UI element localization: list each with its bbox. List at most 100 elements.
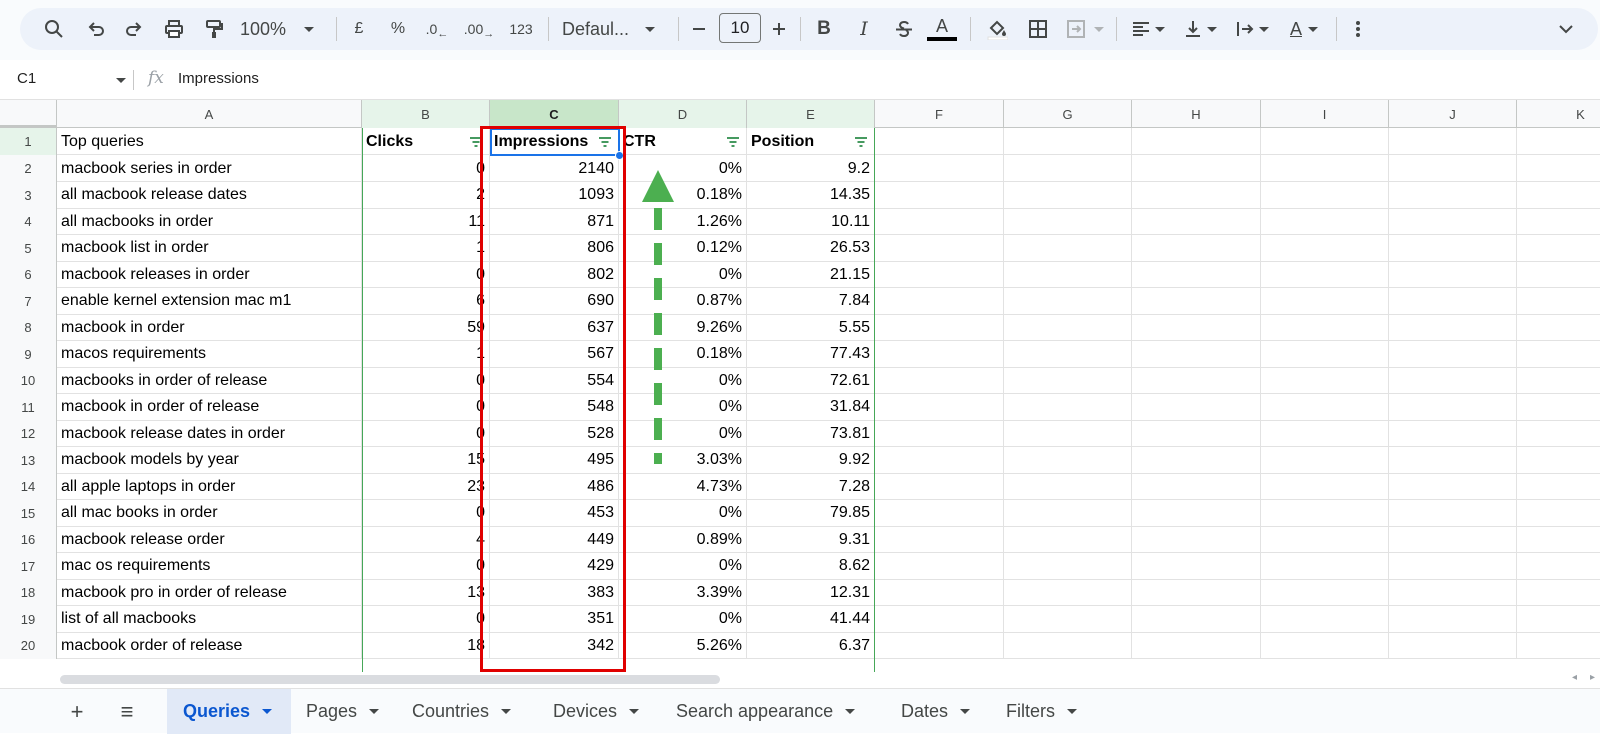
tab-countries[interactable]: Countries	[396, 689, 527, 734]
cell-ctr[interactable]: 0%	[619, 367, 747, 394]
number-format-button[interactable]: 123	[504, 8, 538, 50]
cell-position[interactable]: 12.31	[747, 579, 875, 606]
cell-ctr[interactable]: 0.12%	[619, 234, 747, 262]
cell-query-header[interactable]: Top queries	[57, 128, 362, 155]
cell-ctr[interactable]: 3.03%	[619, 446, 747, 474]
font-select[interactable]: Defaul...	[562, 8, 666, 50]
empty-cell[interactable]	[1261, 420, 1389, 447]
scrollbar-thumb[interactable]	[60, 675, 720, 684]
row-header[interactable]: 6	[0, 261, 57, 288]
bold-button[interactable]: B	[810, 8, 838, 50]
empty-cell[interactable]	[1132, 473, 1261, 500]
empty-cell[interactable]	[1389, 314, 1517, 341]
cell-position[interactable]: 7.28	[747, 473, 875, 500]
empty-cell[interactable]	[1261, 128, 1389, 155]
empty-cell[interactable]	[1261, 234, 1389, 262]
tab-pages[interactable]: Pages	[290, 689, 395, 734]
empty-cell[interactable]	[875, 632, 1004, 659]
redo-icon[interactable]	[120, 8, 148, 50]
zoom-select[interactable]: 100%	[240, 8, 324, 50]
cell-ctr[interactable]: 0%	[619, 605, 747, 633]
column-header-b[interactable]: B	[362, 100, 490, 128]
empty-cell[interactable]	[875, 526, 1004, 553]
filter-icon[interactable]	[726, 137, 740, 147]
empty-cell[interactable]	[875, 367, 1004, 394]
cell-position[interactable]: 6.37	[747, 632, 875, 659]
increase-decimal-button[interactable]: .00 →	[462, 8, 496, 50]
cell-ctr[interactable]: 0.18%	[619, 181, 747, 209]
cell-clicks[interactable]: 11	[362, 208, 490, 235]
empty-cell[interactable]	[1132, 208, 1261, 235]
empty-cell[interactable]	[1389, 340, 1517, 368]
search-icon[interactable]	[40, 8, 68, 50]
cell-query[interactable]: macos requirements	[57, 340, 362, 368]
empty-cell[interactable]	[1389, 393, 1517, 421]
font-size-decrease-button[interactable]	[688, 8, 710, 50]
cell-clicks[interactable]: 0	[362, 367, 490, 394]
empty-cell[interactable]	[1261, 261, 1389, 288]
cell-position[interactable]: 21.15	[747, 261, 875, 288]
empty-cell[interactable]	[1132, 393, 1261, 421]
empty-cell[interactable]	[1004, 208, 1132, 235]
cell-query[interactable]: macbook pro in order of release	[57, 579, 362, 606]
empty-cell[interactable]	[1261, 473, 1389, 500]
row-header[interactable]: 7	[0, 287, 57, 315]
cell-position[interactable]: 9.2	[747, 155, 875, 182]
empty-cell[interactable]	[875, 181, 1004, 209]
empty-cell[interactable]	[875, 314, 1004, 341]
column-header-a[interactable]: A	[57, 100, 362, 128]
cell-ctr[interactable]: 0%	[619, 393, 747, 421]
empty-cell[interactable]	[1389, 261, 1517, 288]
empty-cell[interactable]	[1132, 234, 1261, 262]
tab-queries[interactable]: Queries	[167, 689, 291, 734]
empty-cell[interactable]	[1389, 234, 1517, 262]
empty-cell[interactable]	[1261, 287, 1389, 315]
text-color-button[interactable]: A	[926, 8, 958, 50]
cell-clicks[interactable]: 2	[362, 181, 490, 209]
cell-ctr-header[interactable]: CTR	[619, 128, 747, 155]
cell-position[interactable]: 72.61	[747, 367, 875, 394]
empty-cell[interactable]	[1132, 155, 1261, 182]
column-header-e[interactable]: E	[747, 100, 875, 128]
merge-icon[interactable]	[1062, 8, 1108, 50]
empty-cell[interactable]	[875, 261, 1004, 288]
cell-position[interactable]: 7.84	[747, 287, 875, 315]
row-header[interactable]: 2	[0, 155, 57, 182]
cell-position[interactable]: 9.92	[747, 446, 875, 474]
align-icon[interactable]	[1126, 8, 1170, 50]
all-sheets-button[interactable]: ≡	[112, 689, 142, 734]
cell-clicks[interactable]: 15	[362, 446, 490, 474]
empty-cell[interactable]	[1261, 605, 1389, 633]
cell-clicks[interactable]: 13	[362, 579, 490, 606]
column-header-k[interactable]: K	[1517, 100, 1600, 128]
cell-clicks[interactable]: 0	[362, 552, 490, 580]
cell-query[interactable]: macbooks in order of release	[57, 367, 362, 394]
empty-cell[interactable]	[1004, 261, 1132, 288]
row-header[interactable]: 8	[0, 314, 57, 341]
empty-cell[interactable]	[875, 287, 1004, 315]
empty-cell[interactable]	[1004, 128, 1132, 155]
tab-search-appearance[interactable]: Search appearance	[660, 689, 871, 734]
cell-ctr[interactable]: 4.73%	[619, 473, 747, 500]
cell-clicks[interactable]: 1	[362, 234, 490, 262]
cell-position[interactable]: 9.31	[747, 526, 875, 553]
name-box[interactable]: C1	[17, 70, 36, 87]
empty-cell[interactable]	[1261, 181, 1389, 209]
column-header-h[interactable]: H	[1132, 100, 1261, 128]
scroll-left-icon[interactable]: ◂	[1572, 672, 1577, 683]
more-icon[interactable]	[1346, 8, 1370, 50]
scroll-right-icon[interactable]: ▸	[1590, 672, 1595, 683]
empty-cell[interactable]	[1004, 314, 1132, 341]
cell-position[interactable]: 5.55	[747, 314, 875, 341]
empty-cell[interactable]	[875, 499, 1004, 527]
row-header[interactable]: 10	[0, 367, 57, 394]
cell-clicks[interactable]: 0	[362, 605, 490, 633]
empty-cell[interactable]	[1132, 552, 1261, 580]
row-header[interactable]: 9	[0, 340, 57, 368]
empty-cell[interactable]	[1389, 552, 1517, 580]
empty-cell[interactable]	[1389, 287, 1517, 315]
row-header[interactable]: 13	[0, 446, 57, 474]
empty-cell[interactable]	[1004, 579, 1132, 606]
cell-query[interactable]: macbook models by year	[57, 446, 362, 474]
empty-cell[interactable]	[1389, 208, 1517, 235]
